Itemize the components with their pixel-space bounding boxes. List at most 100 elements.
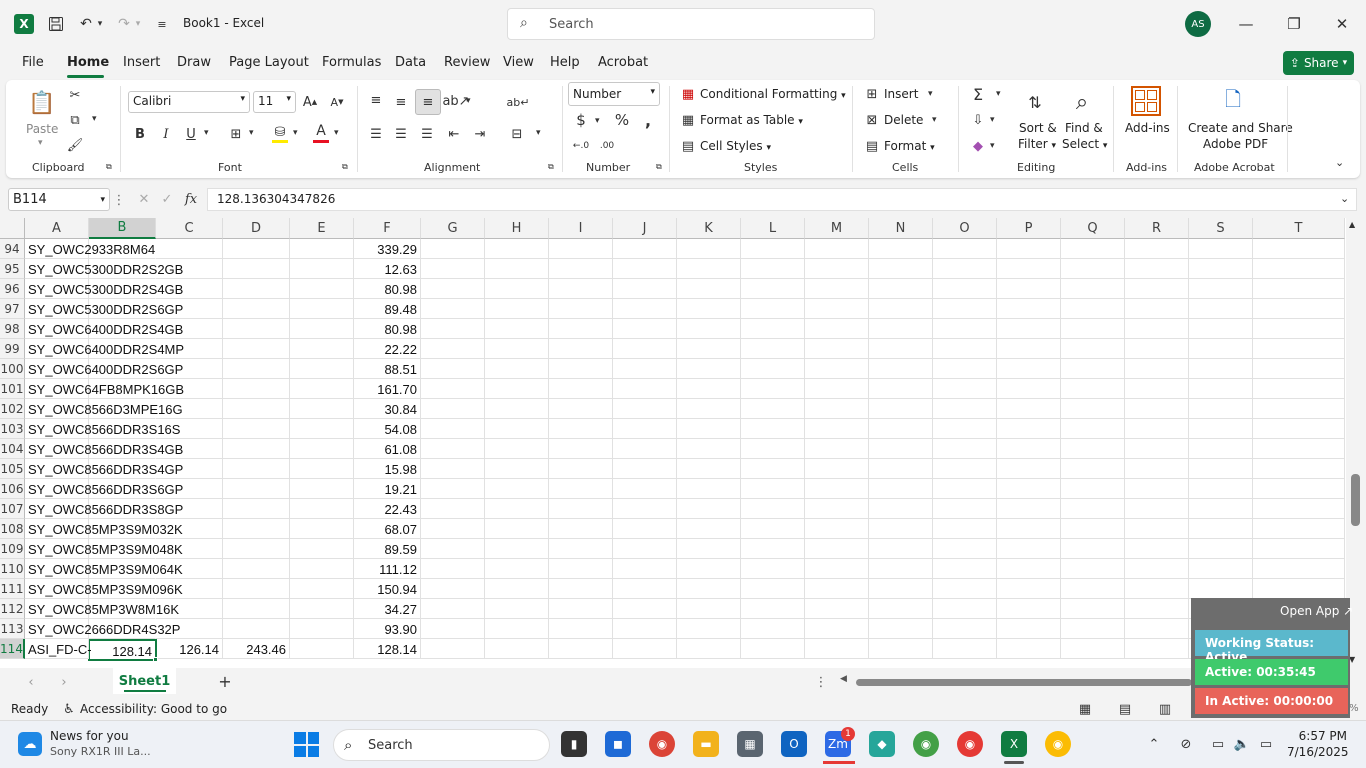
normal-view-icon[interactable]: ▦: [1076, 700, 1094, 718]
cell-m111[interactable]: [805, 579, 869, 599]
chevron-down-icon[interactable]: ▾: [334, 128, 339, 138]
cell-t95[interactable]: [1253, 259, 1345, 279]
cell-e109[interactable]: [290, 539, 354, 559]
cell-p102[interactable]: [997, 399, 1061, 419]
font-color-icon[interactable]: A: [311, 121, 331, 141]
cell-n97[interactable]: [869, 299, 933, 319]
dialog-launcher-icon[interactable]: ⧉: [106, 162, 112, 172]
cell-q105[interactable]: [1061, 459, 1125, 479]
add-ins-icon[interactable]: [1131, 86, 1161, 116]
cell-o102[interactable]: [933, 399, 997, 419]
cell-e99[interactable]: [290, 339, 354, 359]
find-select-button[interactable]: Select ▾: [1062, 137, 1107, 151]
clock-date[interactable]: 7/16/2025: [1287, 745, 1349, 759]
cell-q99[interactable]: [1061, 339, 1125, 359]
cell-i114[interactable]: [549, 639, 613, 659]
cell-k97[interactable]: [677, 299, 741, 319]
cell-a99[interactable]: SY_OWC6400DDR2S4MP: [25, 339, 184, 359]
cell-a94[interactable]: SY_OWC2933R8M64: [25, 239, 155, 259]
cell-o94[interactable]: [933, 239, 997, 259]
increase-indent-icon[interactable]: ⇥: [470, 124, 490, 144]
cell-i109[interactable]: [549, 539, 613, 559]
cell-q109[interactable]: [1061, 539, 1125, 559]
cell-o99[interactable]: [933, 339, 997, 359]
cell-o101[interactable]: [933, 379, 997, 399]
cell-f101[interactable]: 161.70: [354, 379, 421, 399]
column-header-h[interactable]: H: [485, 218, 549, 239]
cell-i103[interactable]: [549, 419, 613, 439]
cell-r109[interactable]: [1125, 539, 1189, 559]
cell-t102[interactable]: [1253, 399, 1345, 419]
font-size-select[interactable]: 11 ▾: [253, 91, 296, 113]
cell-s102[interactable]: [1189, 399, 1253, 419]
cell-r104[interactable]: [1125, 439, 1189, 459]
cell-m109[interactable]: [805, 539, 869, 559]
cell-m105[interactable]: [805, 459, 869, 479]
cell-f114[interactable]: 128.14: [354, 639, 421, 659]
cell-r111[interactable]: [1125, 579, 1189, 599]
cell-e112[interactable]: [290, 599, 354, 619]
row-header[interactable]: 111: [0, 579, 25, 599]
tab-acrobat[interactable]: Acrobat: [598, 55, 648, 70]
scroll-left-icon[interactable]: ◀: [840, 674, 847, 684]
task-view-icon[interactable]: ▮: [561, 731, 587, 757]
clear-icon[interactable]: ◆: [968, 136, 988, 156]
cell-g113[interactable]: [421, 619, 485, 639]
cell-g107[interactable]: [421, 499, 485, 519]
column-header-d[interactable]: D: [223, 218, 290, 239]
cell-d113[interactable]: [223, 619, 290, 639]
cell-a98[interactable]: SY_OWC6400DDR2S4GB: [25, 319, 183, 339]
cell-o106[interactable]: [933, 479, 997, 499]
cell-l111[interactable]: [741, 579, 805, 599]
outlook-icon[interactable]: O: [781, 731, 807, 757]
dialog-launcher-icon[interactable]: ⧉: [656, 162, 662, 172]
cell-r114[interactable]: [1125, 639, 1189, 659]
row-header[interactable]: 112: [0, 599, 25, 619]
cell-h108[interactable]: [485, 519, 549, 539]
tab-insert[interactable]: Insert: [123, 55, 160, 70]
cell-p94[interactable]: [997, 239, 1061, 259]
cell-p109[interactable]: [997, 539, 1061, 559]
column-header-g[interactable]: G: [421, 218, 485, 239]
collapse-ribbon-icon[interactable]: ⌄: [1335, 156, 1344, 169]
cell-e95[interactable]: [290, 259, 354, 279]
decrease-font-size-icon[interactable]: A ▼: [327, 92, 347, 112]
find-select-icon[interactable]: ⌕: [1066, 86, 1098, 118]
align-right-icon[interactable]: ☰: [417, 124, 437, 144]
bold-button[interactable]: B: [131, 124, 149, 144]
cell-m112[interactable]: [805, 599, 869, 619]
cell-l114[interactable]: [741, 639, 805, 659]
scroll-up-icon[interactable]: ▲: [1349, 220, 1355, 229]
cell-r102[interactable]: [1125, 399, 1189, 419]
cell-i105[interactable]: [549, 459, 613, 479]
cell-p114[interactable]: [997, 639, 1061, 659]
cell-j109[interactable]: [613, 539, 677, 559]
cell-p96[interactable]: [997, 279, 1061, 299]
cell-t94[interactable]: [1253, 239, 1345, 259]
cell-a95[interactable]: SY_OWC5300DDR2S2GB: [25, 259, 183, 279]
cell-s96[interactable]: [1189, 279, 1253, 299]
clock-time[interactable]: 6:57 PM: [1295, 729, 1347, 743]
column-header-o[interactable]: O: [933, 218, 997, 239]
column-header-f[interactable]: F: [354, 218, 421, 239]
cell-l104[interactable]: [741, 439, 805, 459]
cell-p110[interactable]: [997, 559, 1061, 579]
cell-k112[interactable]: [677, 599, 741, 619]
column-header-n[interactable]: N: [869, 218, 933, 239]
cell-a103[interactable]: SY_OWC8566DDR3S16S: [25, 419, 180, 439]
cell-h94[interactable]: [485, 239, 549, 259]
cell-h105[interactable]: [485, 459, 549, 479]
open-app-button[interactable]: Open App ↗: [1280, 604, 1353, 618]
cell-p104[interactable]: [997, 439, 1061, 459]
cell-g103[interactable]: [421, 419, 485, 439]
cell-f111[interactable]: 150.94: [354, 579, 421, 599]
avatar[interactable]: AS: [1185, 11, 1211, 37]
cell-i100[interactable]: [549, 359, 613, 379]
cell-h112[interactable]: [485, 599, 549, 619]
cell-r97[interactable]: [1125, 299, 1189, 319]
cell-n114[interactable]: [869, 639, 933, 659]
cell-t99[interactable]: [1253, 339, 1345, 359]
cell-m99[interactable]: [805, 339, 869, 359]
cell-o109[interactable]: [933, 539, 997, 559]
cell-d106[interactable]: [223, 479, 290, 499]
